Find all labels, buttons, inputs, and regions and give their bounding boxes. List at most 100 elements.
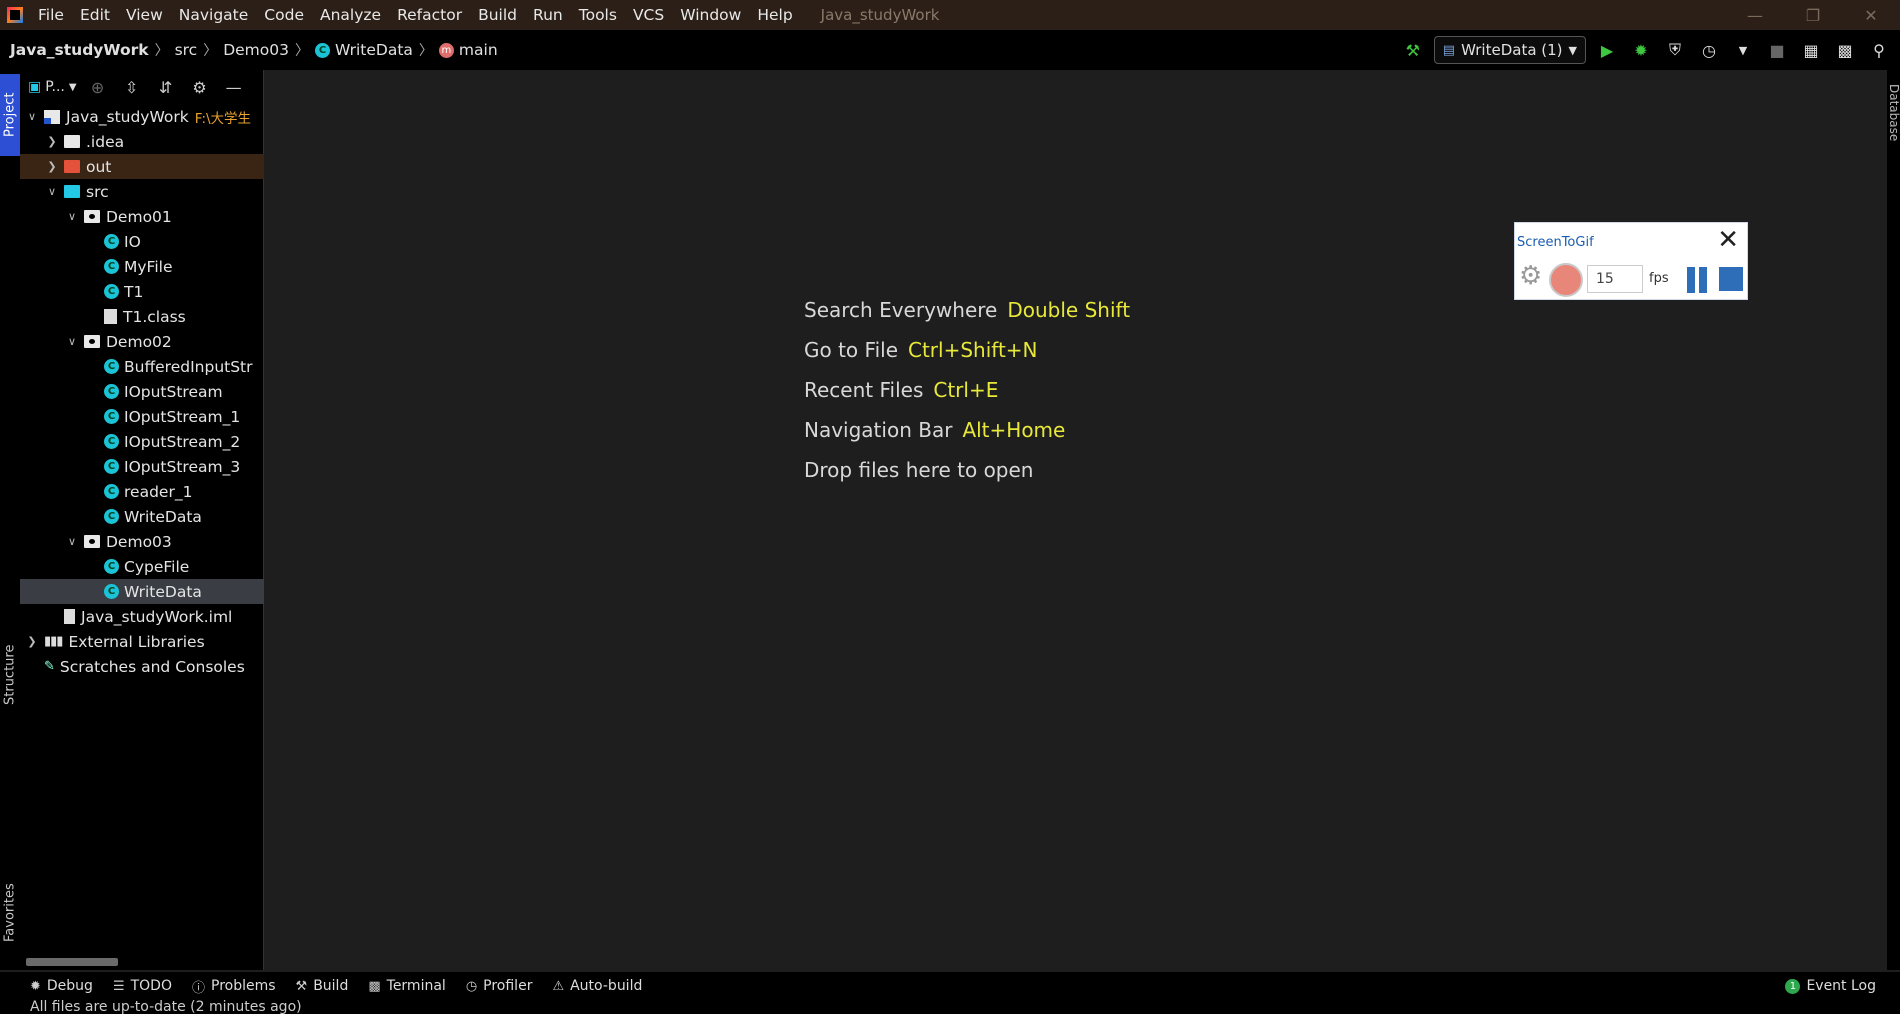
build-icon: ⚒	[295, 978, 308, 994]
tree-item[interactable]: ❯ .idea	[20, 129, 264, 154]
tree-item[interactable]: C IOputStream	[20, 379, 264, 404]
more-run-chevron-icon[interactable]: ▼	[1730, 37, 1756, 63]
horizontal-scrollbar[interactable]	[26, 958, 118, 966]
coverage-icon[interactable]: ⛨	[1662, 37, 1688, 63]
tool-window-problems[interactable]: ⓘ Problems	[192, 977, 276, 996]
tool-window-debug[interactable]: ✹ Debug	[30, 977, 93, 996]
tree-item[interactable]: Java_studyWork.iml	[20, 604, 264, 629]
chevron-down-icon[interactable]: ∨	[24, 110, 40, 123]
class-icon: C	[104, 584, 124, 599]
run-configuration-select[interactable]: ▤ WriteData (1) ▼	[1433, 36, 1586, 64]
menu-refactor[interactable]: Refactor	[389, 0, 470, 30]
run-icon[interactable]: ▶	[1594, 37, 1620, 63]
navigation-bar: Java_studyWork 〉 src 〉 Demo03 〉 C WriteD…	[0, 30, 1900, 70]
search-icon[interactable]: ⚲	[1866, 37, 1892, 63]
tree-item[interactable]: C IO	[20, 229, 264, 254]
editor-welcome-area: Search Everywhere Double Shift Go to File C…	[265, 70, 1887, 970]
menu-file[interactable]: File	[30, 0, 72, 30]
terminal-toolbar-icon[interactable]: ▩	[1832, 37, 1858, 63]
tool-window-label: Auto-build	[570, 978, 643, 994]
chevron-down-icon[interactable]: ∨	[44, 185, 60, 198]
tree-item[interactable]: C WriteData	[20, 579, 264, 604]
tree-item-label: Java_studyWork	[66, 107, 189, 126]
tab-database[interactable]: Database	[1887, 84, 1900, 141]
profile-icon[interactable]: ◷	[1696, 37, 1722, 63]
tree-item[interactable]: C MyFile	[20, 254, 264, 279]
chevron-right-icon[interactable]: ❯	[44, 160, 60, 173]
hint-text: Go to File	[804, 338, 898, 362]
tree-item[interactable]: ∨ src	[20, 179, 264, 204]
tree-item[interactable]: T1.class	[20, 304, 264, 329]
tool-window-build[interactable]: ⚒ Build	[296, 977, 349, 996]
tree-item[interactable]: ∨ Demo02	[20, 329, 264, 354]
tree-item[interactable]: C IOputStream_1	[20, 404, 264, 429]
collapse-all-icon[interactable]: ⇵	[153, 74, 179, 100]
debug-icon[interactable]: ✹	[1628, 37, 1654, 63]
stop-icon[interactable]: ■	[1764, 37, 1790, 63]
close-icon[interactable]: ✕	[1717, 227, 1739, 253]
tree-item[interactable]: C IOputStream_3	[20, 454, 264, 479]
project-structure-icon[interactable]: ▦	[1798, 37, 1824, 63]
menu-run[interactable]: Run	[525, 0, 571, 30]
close-icon[interactable]: ✕	[1842, 0, 1900, 30]
hammer-build-icon[interactable]: ⚒	[1400, 37, 1426, 63]
chevron-down-icon[interactable]: ∨	[64, 535, 80, 548]
tree-item-label: External Libraries	[68, 632, 205, 651]
breadcrumb-package[interactable]: Demo03	[223, 41, 289, 59]
chevron-right-icon[interactable]: ❯	[24, 635, 40, 648]
tool-window-terminal[interactable]: ▩ Terminal	[368, 977, 445, 996]
chevron-down-icon[interactable]: ∨	[64, 335, 80, 348]
tree-item[interactable]: Creader_1	[20, 479, 264, 504]
pause-button[interactable]	[1687, 267, 1709, 293]
breadcrumb-method[interactable]: main	[459, 41, 498, 59]
tool-window-profiler[interactable]: ◷ Profiler	[466, 977, 533, 996]
tree-item[interactable]: ✎ Scratches and Consoles	[20, 654, 264, 679]
project-panel: ▣ P... ▼ ⊕ ⇳ ⇵ ⚙ — ∨ Java_studyWork F:\大学生…	[20, 70, 264, 970]
fps-input[interactable]: 15	[1587, 265, 1643, 293]
menu-navigate[interactable]: Navigate	[171, 0, 257, 30]
menu-help[interactable]: Help	[749, 0, 800, 30]
tree-item[interactable]: ∨ Java_studyWork F:\大学生	[20, 104, 264, 129]
package-icon	[84, 210, 106, 223]
breadcrumb-project[interactable]: Java_studyWork	[10, 41, 149, 59]
menu-edit[interactable]: Edit	[72, 0, 118, 30]
expand-all-icon[interactable]: ⇳	[119, 74, 145, 100]
breadcrumb-src[interactable]: src	[175, 41, 198, 59]
tab-project[interactable]: Project	[0, 74, 20, 156]
tool-window-todo[interactable]: ☰ TODO	[113, 977, 172, 996]
chevron-down-icon[interactable]: ∨	[64, 210, 80, 223]
tree-item[interactable]: C BufferedInputStr	[20, 354, 264, 379]
tree-item[interactable]: ∨ Demo03	[20, 529, 264, 554]
tree-item-label: src	[86, 182, 109, 201]
tree-item[interactable]: ❯ out	[20, 154, 264, 179]
tree-item[interactable]: C T1	[20, 279, 264, 304]
gear-icon[interactable]: ⚙	[187, 74, 213, 100]
stop-button[interactable]	[1719, 267, 1743, 291]
gear-icon[interactable]: ⚙	[1519, 263, 1542, 289]
record-button[interactable]	[1549, 263, 1583, 297]
hide-icon[interactable]: —	[221, 74, 247, 100]
tree-item[interactable]: ∨ Demo01	[20, 204, 264, 229]
locate-icon[interactable]: ⊕	[85, 74, 111, 100]
minimize-icon[interactable]: —	[1726, 0, 1784, 30]
tree-item[interactable]: C WriteData	[20, 504, 264, 529]
event-log-button[interactable]: 1 Event Log	[1785, 972, 1876, 1000]
restore-icon[interactable]: ❐	[1784, 0, 1842, 30]
tab-favorites[interactable]: Favorites	[0, 875, 20, 951]
menu-tools[interactable]: Tools	[571, 0, 625, 30]
tree-item[interactable]: C CypeFile	[20, 554, 264, 579]
tool-window-auto-build[interactable]: ⚠ Auto-build	[552, 977, 642, 996]
tree-item[interactable]: ❯ ▮▮▮ External Libraries	[20, 629, 264, 654]
tab-structure[interactable]: Structure	[0, 635, 20, 715]
menu-analyze[interactable]: Analyze	[312, 0, 389, 30]
menu-code[interactable]: Code	[256, 0, 312, 30]
menu-view[interactable]: View	[118, 0, 171, 30]
chevron-right-icon[interactable]: ❯	[44, 135, 60, 148]
menu-build[interactable]: Build	[470, 0, 525, 30]
breadcrumb-class[interactable]: WriteData	[335, 41, 413, 59]
project-view-select[interactable]: ▣ P... ▼	[28, 79, 77, 95]
menu-vcs[interactable]: VCS	[625, 0, 672, 30]
menu-window[interactable]: Window	[672, 0, 749, 30]
profiler-icon: ◷	[465, 978, 478, 994]
tree-item[interactable]: C IOputStream_2	[20, 429, 264, 454]
